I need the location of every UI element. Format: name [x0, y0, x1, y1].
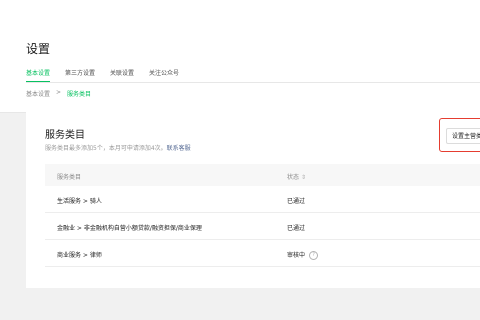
card-title: 服务类目 [45, 130, 85, 141]
tab-basic-settings[interactable]: 基本设置 [26, 68, 51, 82]
top-bar [0, 0, 480, 22]
row-category: 金融业 > 非金融机构自营小额贷款/融资担保/商业保理 [57, 225, 202, 232]
service-category-card: 服务类目 服务类目最多添加5个，本月可申请添加4次。联系客服 设置主营类 服务类… [26, 112, 480, 288]
breadcrumb: 基本设置 > 服务类目 [26, 89, 91, 98]
highlight-box: 设置主营类 [439, 118, 480, 152]
tab-third-party-settings[interactable]: 第三方设置 [65, 68, 95, 82]
tab-related-settings[interactable]: 关联设置 [110, 68, 134, 82]
header-status-label: 状态 [287, 174, 300, 181]
row-category: 生活服务 > 骑人 [57, 198, 102, 205]
category-table: 服务类目 状态 ⇕ 生活服务 > 骑人 已通过 金融业 > 非金融机构自营小额贷款… [45, 164, 480, 267]
table-row: 金融业 > 非金融机构自营小额贷款/融资担保/商业保理 已通过 [45, 213, 480, 240]
row-status: 已通过 [287, 225, 306, 232]
set-main-category-button[interactable]: 设置主营类 [446, 128, 480, 144]
page-title: 设置 [26, 42, 51, 56]
help-icon[interactable]: ? [309, 251, 319, 260]
page-header: 设置 基本设置 第三方设置 关联设置 关注公众号 基本设置 > 服务类目 [0, 22, 480, 113]
breadcrumb-separator: > [56, 89, 62, 96]
breadcrumb-current: 服务类目 [67, 91, 92, 98]
header-category: 服务类目 [57, 174, 82, 181]
card-description: 服务类目最多添加5个，本月可申请添加4次。联系客服 [45, 143, 191, 152]
table-row: 生活服务 > 骑人 已通过 [45, 186, 480, 213]
tab-divider [26, 82, 480, 83]
description-text: 服务类目最多添加5个，本月可申请添加4次。 [45, 145, 167, 152]
header-status[interactable]: 状态 ⇕ [287, 172, 306, 181]
row-status-cell: 审核中? [287, 250, 319, 260]
row-category: 商业服务 > 律师 [57, 252, 102, 259]
row-status: 已通过 [287, 198, 306, 205]
table-row: 商业服务 > 律师 审核中? [45, 240, 480, 267]
breadcrumb-root[interactable]: 基本设置 [26, 89, 50, 98]
row-status: 审核中 [287, 252, 306, 259]
settings-tabs: 基本设置 第三方设置 关联设置 关注公众号 [26, 68, 179, 82]
sort-icon[interactable]: ⇕ [301, 174, 306, 181]
tab-follow-official-account[interactable]: 关注公众号 [149, 68, 179, 82]
table-header: 服务类目 状态 ⇕ [45, 164, 480, 186]
contact-support-link[interactable]: 联系客服 [167, 145, 191, 152]
